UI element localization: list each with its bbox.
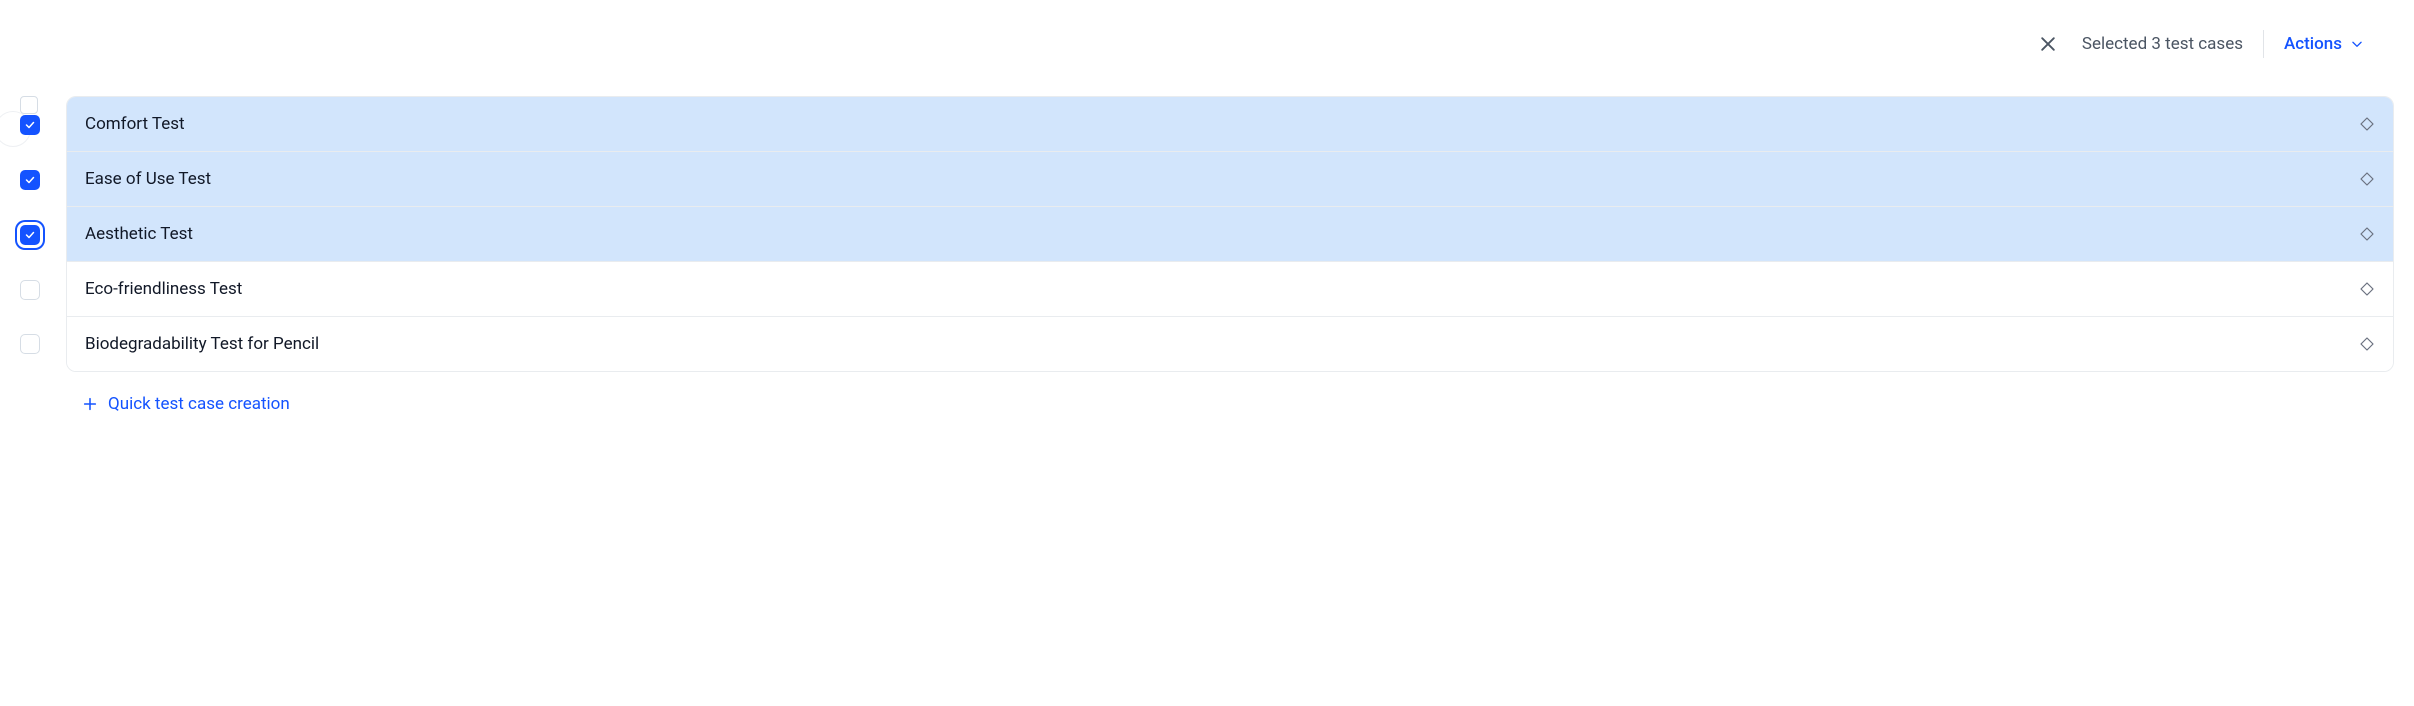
test-case-row[interactable]: Aesthetic Test (67, 207, 2393, 262)
test-case-row[interactable]: Ease of Use Test (67, 152, 2393, 207)
test-case-row[interactable]: Eco-friendliness Test (67, 262, 2393, 317)
select-all-checkbox[interactable] (20, 96, 38, 114)
test-case-title: Aesthetic Test (85, 224, 2359, 244)
selection-toolbar: Selected 3 test cases Actions (20, 30, 2394, 72)
selection-count-label: Selected 3 test cases (2082, 34, 2243, 54)
test-case-title: Biodegradability Test for Pencil (85, 334, 2359, 354)
close-icon (2038, 34, 2058, 54)
diamond-icon (2359, 116, 2375, 132)
row-checkbox[interactable] (20, 280, 40, 300)
quick-create-button[interactable]: Quick test case creation (66, 390, 2394, 418)
diamond-icon (2359, 171, 2375, 187)
row-checkbox[interactable] (20, 225, 40, 245)
row-checkbox[interactable] (20, 334, 40, 354)
quick-create-label: Quick test case creation (108, 394, 290, 414)
test-case-list: Comfort Test Ease of Use Test Aesthetic Te… (66, 96, 2394, 372)
test-case-row[interactable]: Biodegradability Test for Pencil (67, 317, 2393, 371)
clear-selection-button[interactable] (2034, 30, 2062, 58)
row-checkbox[interactable] (20, 115, 40, 135)
test-case-row[interactable]: Comfort Test (67, 97, 2393, 152)
actions-label: Actions (2284, 34, 2342, 54)
toolbar-divider (2263, 30, 2264, 58)
actions-dropdown-button[interactable]: Actions (2284, 34, 2364, 54)
test-case-title: Ease of Use Test (85, 169, 2359, 189)
chevron-down-icon (2350, 37, 2364, 51)
row-checkbox[interactable] (20, 170, 40, 190)
diamond-icon (2359, 281, 2375, 297)
plus-icon (82, 396, 98, 412)
diamond-icon (2359, 226, 2375, 242)
test-case-title: Eco-friendliness Test (85, 279, 2359, 299)
test-case-title: Comfort Test (85, 114, 2359, 134)
diamond-icon (2359, 336, 2375, 352)
